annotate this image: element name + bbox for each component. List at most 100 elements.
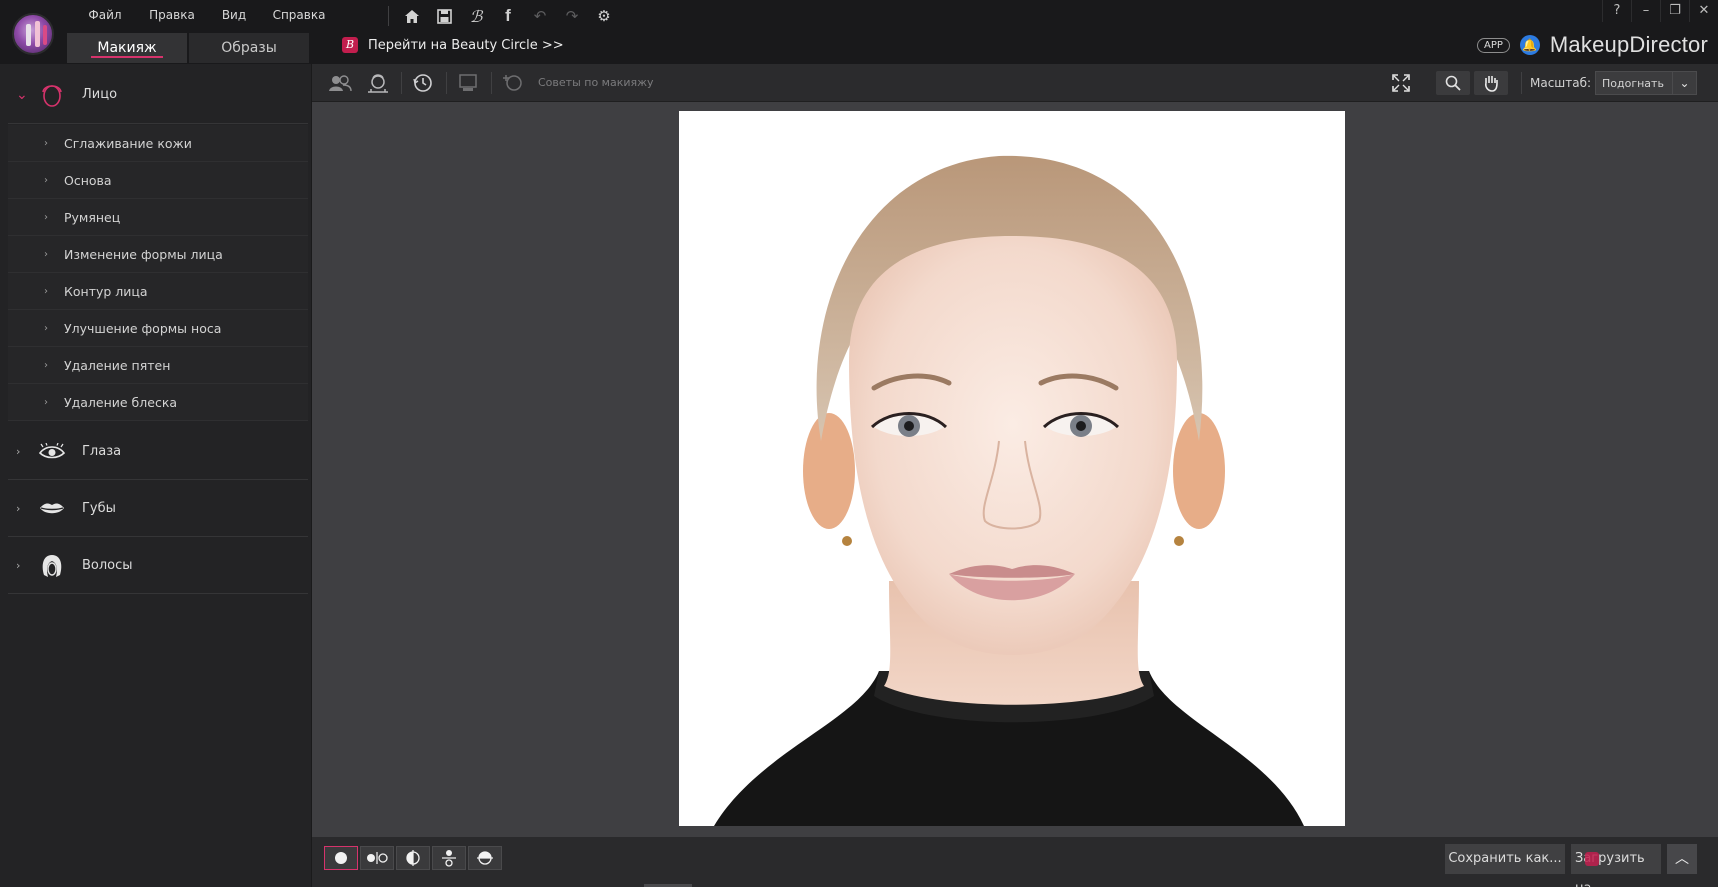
quick-toolbar: ℬ f ↶ ↷ ⚙ [388,5,617,27]
scale-label: Масштаб: [1530,76,1592,90]
sidebar-item-nose-enhance[interactable]: › Улучшение формы носа [8,310,308,347]
sidebar-item-label: Удаление блеска [64,394,178,410]
sidebar-item-skin-smoothing[interactable]: › Сглаживание кожи [8,125,308,162]
sidebar-item-blemish-removal[interactable]: › Удаление пятен [8,347,308,384]
lips-icon [38,495,66,523]
scale-select[interactable]: Подогнать [1595,71,1673,95]
tab-makeup[interactable]: Макияж [67,33,187,63]
beauty-circle-icon[interactable]: ℬ [463,5,489,27]
split-vertical-view-icon[interactable] [396,846,430,870]
chevron-right-icon: › [44,211,48,223]
category-eyes-label: Глаза [82,444,122,459]
history-icon[interactable] [409,71,437,95]
chevron-down-icon: ⌄ [16,86,28,103]
undo-icon[interactable]: ↶ [527,5,553,27]
title-bar: Файл Правка Вид Справка ℬ f ↶ ↷ ⚙ Макияж… [0,0,1718,64]
menu-view[interactable]: Вид [204,4,264,28]
notification-bell-icon[interactable]: 🔔 [1519,35,1540,55]
chevron-right-icon: › [16,445,21,458]
beauty-circle-link[interactable]: B Перейти на Beauty Circle >> [342,37,564,53]
sidebar-item-label: Контур лица [64,283,148,299]
edit-toolbar: Советы по макияжу Масштаб: Подогнать ⌄ [312,64,1718,102]
chevron-right-icon: › [44,137,48,149]
chevron-right-icon: › [44,285,48,297]
home-icon[interactable] [399,5,425,27]
beauty-circle-link-label: Перейти на Beauty Circle >> [368,37,564,53]
category-hair[interactable]: › Волосы [8,538,308,594]
menu-bar: Файл Правка Вид Справка [70,4,334,28]
sidebar-item-label: Румянец [64,209,121,225]
chevron-right-icon: › [44,322,48,334]
menu-file[interactable]: Файл [70,4,140,28]
chevron-up-icon[interactable]: ︿ [1667,844,1697,874]
makeup-tips-icon[interactable] [498,71,526,95]
sidebar-item-shine-removal[interactable]: › Удаление блеска [8,384,308,421]
window-controls: ? – ❐ ✕ [1602,0,1718,22]
sidebar-item-label: Улучшение формы носа [64,320,222,336]
category-lips-label: Губы [82,501,116,516]
chevron-right-icon: › [44,174,48,186]
compare-top-bottom-icon[interactable] [432,846,466,870]
portrait-photo[interactable] [679,111,1345,826]
background-icon[interactable] [454,71,482,95]
mode-tabs: Макияж Образы [67,33,309,63]
sidebar-item-foundation[interactable]: › Основа [8,162,308,199]
restore-button[interactable]: ❐ [1660,0,1689,22]
makeup-tips-label[interactable]: Советы по макияжу [538,76,654,89]
category-eyes[interactable]: › Глаза [8,424,308,480]
chevron-right-icon: › [44,359,48,371]
bottom-bar: Сохранить как... Загрузить на... ︿ [312,837,1718,887]
fullscreen-icon[interactable] [1384,71,1418,95]
close-button[interactable]: ✕ [1689,0,1718,22]
toolbar-separator [401,72,402,94]
hair-icon [38,552,66,580]
menu-help[interactable]: Справка [264,4,334,28]
sidebar-item-label: Основа [64,172,112,188]
makeup-sidebar: ⌄ Лицо › Сглаживание кожи › Основа › Румяне… [0,64,312,887]
photo-canvas[interactable] [312,102,1718,837]
sidebar-item-label: Сглаживание кожи [64,135,192,151]
settings-icon[interactable]: ⚙ [591,5,617,27]
zoom-icon[interactable] [1436,71,1470,95]
beauty-circle-share-icon [1585,852,1599,866]
category-hair-label: Волосы [82,558,133,573]
chevron-right-icon: › [44,396,48,408]
help-button[interactable]: ? [1602,0,1631,22]
facebook-icon[interactable]: f [495,5,521,27]
beauty-circle-badge-icon: B [342,37,358,53]
brand-suffix: Director [1629,32,1708,57]
app-window: Файл Правка Вид Справка ℬ f ↶ ↷ ⚙ Макияж… [0,0,1718,887]
chevron-down-icon[interactable]: ⌄ [1673,71,1697,95]
toolbar-separator [1521,72,1522,94]
category-lips[interactable]: › Губы [8,481,308,537]
app-logo-icon[interactable] [12,13,54,55]
quick-toolbar-separator [388,6,389,26]
category-face[interactable]: ⌄ Лицо [8,66,308,124]
chevron-right-icon: › [16,559,21,572]
sidebar-item-face-contour[interactable]: › Контур лица [8,273,308,310]
sidebar-item-label: Изменение формы лица [64,246,223,262]
eye-icon [38,438,66,466]
compare-faces-icon[interactable] [326,71,354,95]
save-icon[interactable] [431,5,457,27]
app-badge-button[interactable]: APP [1477,37,1510,53]
sidebar-item-label: Удаление пятен [64,357,171,373]
toolbar-separator [491,72,492,94]
brand-area: APP 🔔 MakeupDirector [1477,32,1708,58]
save-as-button[interactable]: Сохранить как... [1445,844,1565,874]
brand-prefix: Makeup [1549,32,1630,57]
share-button[interactable]: Загрузить на... [1571,844,1661,887]
split-horizontal-view-icon[interactable] [468,846,502,870]
side-by-side-view-icon[interactable] [360,846,394,870]
sidebar-item-face-reshape[interactable]: › Изменение формы лица [8,236,308,273]
sidebar-item-blush[interactable]: › Румянец [8,199,308,236]
pan-hand-icon[interactable] [1474,71,1508,95]
category-face-label: Лицо [82,87,118,102]
tab-looks[interactable]: Образы [189,33,309,63]
minimize-button[interactable]: – [1631,0,1660,22]
menu-edit[interactable]: Правка [140,4,204,28]
chevron-right-icon: › [16,502,21,515]
redo-icon[interactable]: ↷ [559,5,585,27]
single-view-icon[interactable] [324,846,358,870]
face-detect-icon[interactable] [364,71,392,95]
